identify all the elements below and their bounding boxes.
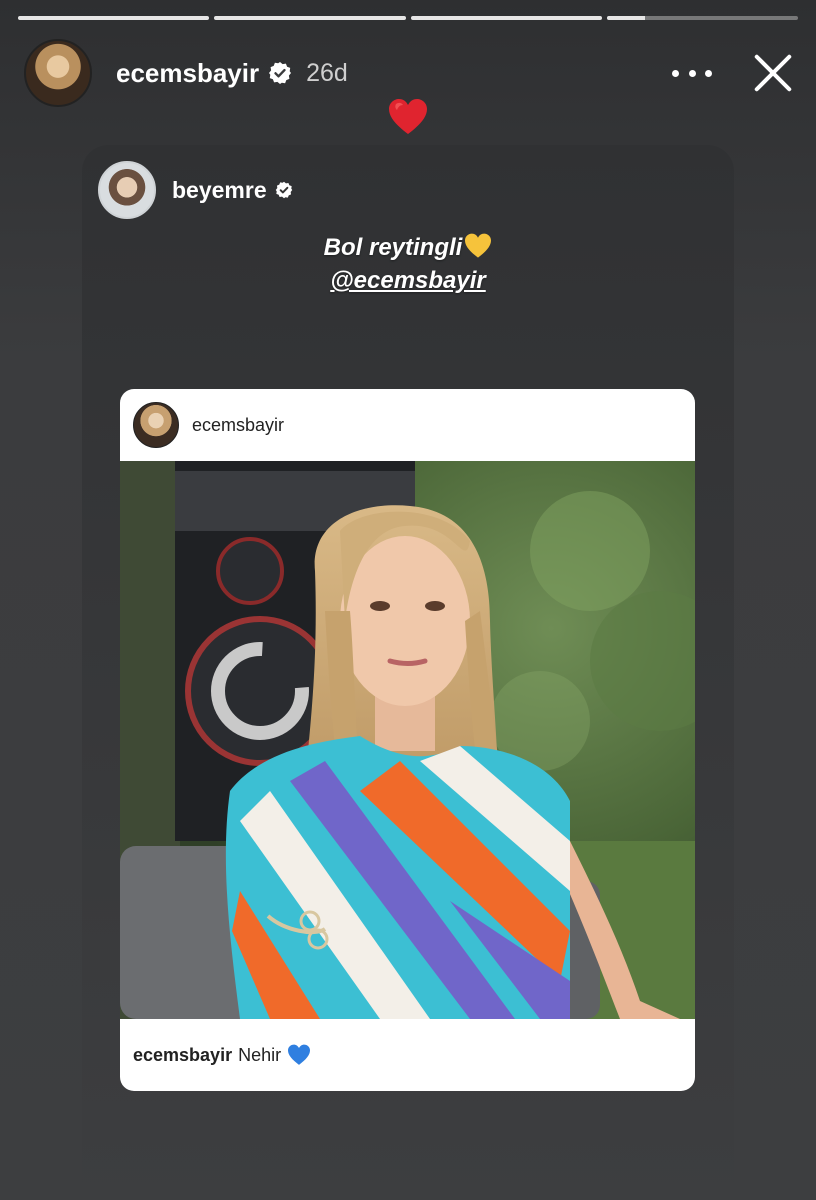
mention-link[interactable]: @ecemsbayir [330,267,486,294]
story-username[interactable]: ecemsbayir [116,58,259,89]
reshare-header: beyemre [98,161,293,219]
verified-badge-icon [275,181,292,199]
post-header: ecemsbayir [120,389,695,461]
story-time: 26d [306,58,348,87]
progress-bar [410,16,602,20]
post-username[interactable]: ecemsbayir [192,415,284,436]
avatar[interactable] [133,402,179,448]
more-options-icon[interactable] [672,63,712,83]
avatar[interactable] [24,39,92,107]
reshared-story[interactable]: beyemre Bol reytingli @ecemsbayir ecemsb… [82,145,734,1200]
yellow-heart-icon [465,233,492,258]
post-caption-text: Nehir [238,1044,282,1065]
close-icon[interactable] [752,52,794,94]
post-photo[interactable] [120,461,695,1019]
story-viewer[interactable]: ecemsbayir 26d beyemre Bol reytingli @ec… [0,0,816,1200]
post-caption-username[interactable]: ecemsbayir [133,1045,232,1066]
blue-heart-icon [288,1044,311,1065]
post-caption: ecemsbayir Nehir [120,1019,695,1091]
progress-bar [18,16,210,20]
embedded-post[interactable]: ecemsbayir ecemsbayir Nehir [120,389,695,1091]
caption-text: Bol reytingli [323,234,463,261]
verified-badge-icon [269,62,292,84]
reshare-username[interactable]: beyemre [172,177,267,204]
portrait-image [120,461,695,1019]
avatar[interactable] [98,161,156,219]
story-progress [18,16,798,20]
story-caption: Bol reytingli @ecemsbayir [82,231,734,297]
red-heart-icon [389,99,427,134]
progress-bar [214,16,406,20]
progress-bar-current [606,16,798,20]
